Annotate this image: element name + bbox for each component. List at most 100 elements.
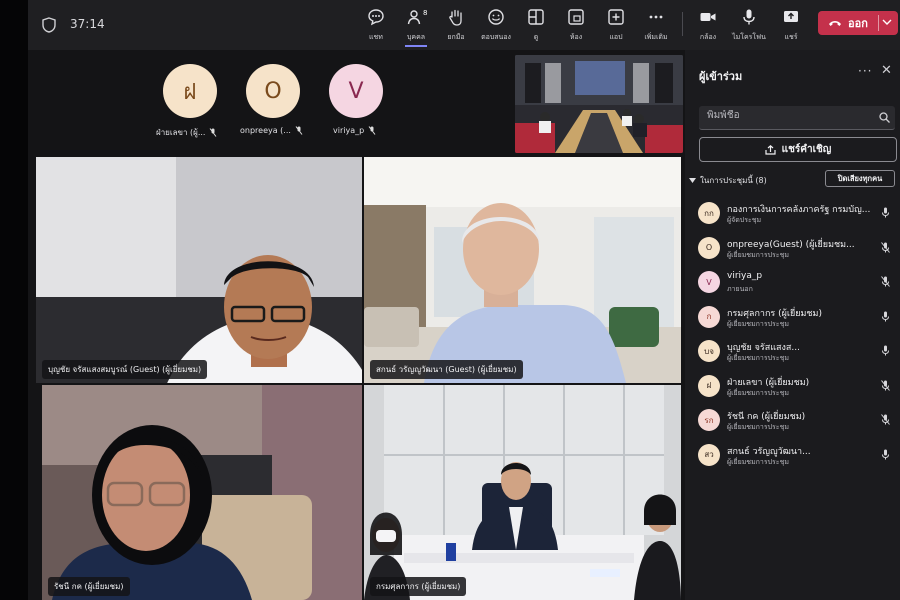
- avatar[interactable]: O: [246, 64, 300, 118]
- list-item[interactable]: O onpreeya(Guest) (ผู้เยี่ยมชม... ผู้เยี…: [685, 233, 900, 268]
- avatar[interactable]: V: [329, 64, 383, 118]
- camera-button[interactable]: กล้อง: [688, 8, 728, 43]
- participant-role: ผู้เยี่ยมชมการประชุม: [727, 457, 789, 466]
- monitor-bezel: [0, 0, 28, 600]
- people-label: บุคคล: [396, 32, 436, 47]
- react-button[interactable]: ตอบสนอง: [476, 8, 516, 43]
- close-icon[interactable]: ✕: [881, 63, 892, 78]
- participant-video: [42, 385, 362, 600]
- participant-name: onpreeya(Guest) (ผู้เยี่ยมชม...: [727, 239, 855, 250]
- list-item[interactable]: V viriya_p ภายนอก: [685, 267, 900, 302]
- avatar-initial: ฝ: [183, 79, 197, 105]
- video-tile[interactable]: รัชนี กค (ผู้เยี่ยมชม): [42, 385, 362, 600]
- video-tile[interactable]: กรมศุลกากร (ผู้เยี่ยมชม): [364, 385, 681, 600]
- more-label: เพิ่มเติม: [644, 33, 668, 41]
- avatar: รก: [698, 409, 720, 431]
- share-invite-button[interactable]: แชร์คำเชิญ: [699, 137, 897, 162]
- participant-name-tag: รัชนี กค (ผู้เยี่ยมชม): [48, 577, 130, 596]
- apps-icon: [608, 9, 624, 25]
- more-options-icon[interactable]: ···: [858, 64, 872, 78]
- meeting-toolbar: 37:14 แชท 8 บุคคล ยกมือ ตอบสนอง ดู ห้อง …: [28, 0, 900, 50]
- list-item[interactable]: ก กรมศุลกากร (ผู้เยี่ยมชม) ผู้เยี่ยมชมกา…: [685, 302, 900, 337]
- avatar: V: [698, 271, 720, 293]
- participant-name-tag: กรมศุลกากร (ผู้เยี่ยมชม): [370, 577, 467, 596]
- list-item[interactable]: ฝ ฝ่ายเลขา (ผู้เยี่ยมชม) ผู้เยี่ยมชมการป…: [685, 371, 900, 406]
- raise-hand-button[interactable]: ยกมือ: [436, 8, 476, 43]
- people-count-badge: 8: [423, 9, 428, 17]
- shield-icon: [42, 17, 56, 33]
- view-button[interactable]: ดู: [516, 8, 556, 43]
- rooms-button[interactable]: ห้อง: [556, 8, 596, 43]
- participant-role: ผู้เยี่ยมชมการประชุม: [727, 319, 789, 328]
- avatar: O: [698, 236, 720, 259]
- mic-icon[interactable]: [881, 345, 890, 356]
- participant-name: กองการเงินการคลังภาครัฐ กรมบัญ...: [727, 205, 871, 215]
- rooms-icon: [568, 9, 584, 25]
- search-input[interactable]: [707, 110, 867, 121]
- panel-title: ผู้เข้าร่วม: [699, 70, 743, 83]
- share-arrow-icon: [765, 144, 776, 155]
- in-meeting-section-header[interactable]: ในการประชุมนี้ (8): [689, 174, 767, 187]
- video-tile[interactable]: สกนธ์ วรัญญูวัฒนา (Guest) (ผู้เยี่ยมชม): [364, 157, 681, 383]
- avatar[interactable]: ฝ: [163, 64, 217, 118]
- mic-off-icon[interactable]: [881, 276, 890, 287]
- participant-role: ผู้เยี่ยมชมการประชุม: [727, 354, 789, 362]
- section-label: ในการประชุมนี้ (8): [700, 176, 767, 185]
- participant-name: บุญชัย จรัสแสงส...: [727, 343, 800, 353]
- participant-list: กก กองการเงินการคลังภาครัฐ กรมบัญ... ผู้…: [685, 198, 900, 474]
- camera-label: กล้อง: [699, 33, 717, 41]
- view-icon: [528, 9, 544, 25]
- participant-video: [364, 157, 681, 383]
- meeting-timer: 37:14: [70, 17, 105, 31]
- raise-hand-icon: [449, 9, 462, 26]
- avatar-name: ฝ่ายเลขา (ผู้...: [156, 126, 217, 139]
- mic-off-icon[interactable]: [881, 414, 890, 425]
- video-stage: ฝ ฝ่ายเลขา (ผู้... O onpreeya (... V vir…: [28, 50, 685, 600]
- more-button[interactable]: เพิ่มเติม: [636, 8, 676, 43]
- mic-icon[interactable]: [881, 449, 890, 460]
- list-item[interactable]: รก รัชนี กค (ผู้เยี่ยมชม) ผู้เยี่ยมชมการ…: [685, 405, 900, 440]
- mic-button[interactable]: ไมโครโฟน: [729, 8, 769, 43]
- people-button[interactable]: 8 บุคคล: [396, 8, 436, 47]
- avatar-name: onpreeya (...: [240, 126, 303, 135]
- camera-icon: [700, 13, 716, 21]
- participant-name: viriya_p: [727, 271, 763, 281]
- self-view-video[interactable]: [515, 55, 683, 153]
- avatar: ฝ: [698, 374, 720, 397]
- mic-off-icon[interactable]: [881, 379, 890, 391]
- chat-button[interactable]: แชท: [356, 8, 396, 43]
- search-field[interactable]: [699, 106, 895, 130]
- mic-icon: [743, 9, 755, 25]
- participant-video: [364, 385, 681, 600]
- list-item[interactable]: บจ บุญชัย จรัสแสงส... ผู้เยี่ยมชมการประช…: [685, 336, 900, 371]
- avatar-initial: O: [264, 78, 282, 104]
- caret-down-icon: [689, 178, 696, 183]
- chevron-down-icon[interactable]: [882, 19, 892, 25]
- avatar-name: viriya_p: [333, 126, 376, 135]
- rooms-label: ห้อง: [569, 33, 583, 41]
- mic-icon[interactable]: [881, 311, 890, 322]
- avatar-initial: V: [348, 78, 364, 104]
- participant-role: ผู้จัดประชุม: [727, 216, 762, 224]
- mic-off-icon[interactable]: [881, 241, 890, 253]
- leave-button[interactable]: ออก: [818, 11, 898, 35]
- react-label: ตอบสนอง: [481, 33, 511, 41]
- video-tile[interactable]: บุญชัย จรัสแสงสมบูรณ์ (Guest) (ผู้เยี่ยม…: [36, 157, 362, 383]
- participant-role: ผู้เยี่ยมชมการประชุม: [727, 388, 789, 397]
- list-item[interactable]: กก กองการเงินการคลังภาครัฐ กรมบัญ... ผู้…: [685, 198, 900, 233]
- react-icon: [488, 9, 504, 25]
- participants-panel: ผู้เข้าร่วม ··· ✕ แชร์คำเชิญ ในการประชุม…: [685, 50, 900, 600]
- list-item[interactable]: สว สกนธ์ วรัญญูวัฒนา... ผู้เยี่ยมชมการปร…: [685, 440, 900, 475]
- avatar: สว: [698, 443, 720, 466]
- apps-button[interactable]: แอป: [596, 8, 636, 43]
- mic-icon[interactable]: [881, 207, 890, 218]
- more-icon: [649, 15, 663, 19]
- participant-name: สกนธ์ วรัญญูวัฒนา...: [727, 446, 811, 457]
- view-label: ดู: [533, 33, 539, 41]
- share-invite-label: แชร์คำเชิญ: [781, 144, 832, 155]
- search-icon[interactable]: [879, 112, 890, 123]
- mute-all-button[interactable]: ปิดเสียงทุกคน: [825, 170, 895, 187]
- mic-off-icon: [210, 128, 217, 137]
- chat-icon: [368, 9, 384, 26]
- share-screen-button[interactable]: แชร์: [771, 8, 811, 43]
